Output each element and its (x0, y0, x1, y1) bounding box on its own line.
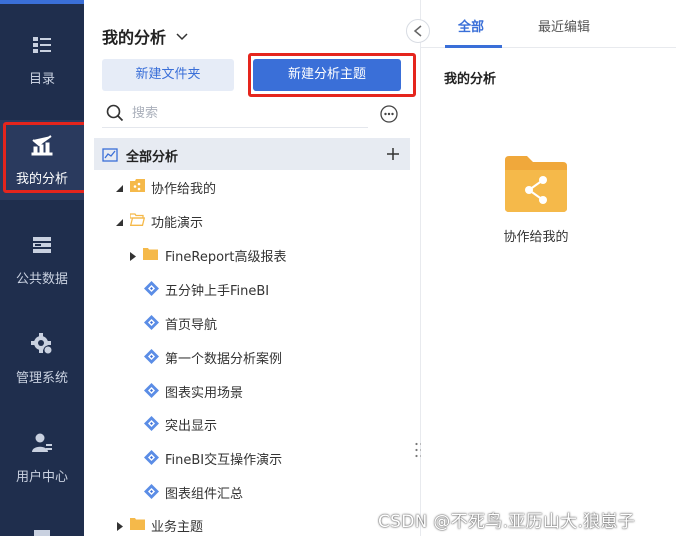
nav-item-my-analysis[interactable]: 我的分析 (0, 120, 84, 200)
analysis-chart-icon (31, 134, 53, 156)
tree-item-feature-demo[interactable]: 功能演示 (116, 209, 396, 233)
chart-monitor-icon (102, 147, 118, 166)
nav-item-label: 我的分析 (15, 172, 68, 187)
tree-root-label: 全部分析 (126, 150, 179, 165)
tree-item-theme[interactable]: 第一个数据分析案例 (144, 345, 404, 369)
folder-card-label[interactable]: 协作给我的 (481, 226, 591, 245)
active-tab-indicator (445, 45, 502, 48)
nav-item-management[interactable]: 管理系统 (0, 319, 84, 399)
expanded-arrow-icon[interactable] (116, 182, 124, 192)
analysis-theme-icon (144, 383, 159, 398)
new-analysis-theme-button[interactable]: 新建分析主题 (253, 59, 401, 91)
folder-icon (143, 247, 158, 260)
tab-all[interactable]: 全部 (458, 16, 484, 35)
nav-overflow-icon (34, 530, 50, 536)
tree-item-label: 五分钟上手FineBI (165, 284, 270, 299)
shared-folder-icon[interactable] (503, 152, 569, 214)
analysis-theme-icon (144, 484, 159, 499)
main-nav: 目录 我的分析 公共数据 管理系统 用户中心 (0, 0, 84, 536)
catalog-icon (31, 34, 53, 56)
panel-title[interactable]: 我的分析 (102, 24, 166, 48)
chevron-down-icon[interactable] (176, 28, 188, 41)
section-title: 我的分析 (444, 72, 497, 87)
tree-item-label: 图表组件汇总 (165, 487, 244, 502)
nav-item-label: 管理系统 (15, 371, 68, 386)
tree-item-label: 图表实用场景 (165, 386, 244, 401)
content-area: 全部 最近编辑 我的分析 协作给我的 (421, 0, 676, 536)
tree-item-finereport-advanced[interactable]: FineReport高级报表 (129, 243, 409, 267)
tree-root-all-analysis[interactable]: 全部分析 (94, 138, 410, 170)
tree-item-label: 突出显示 (165, 419, 218, 434)
analysis-theme-icon (144, 349, 159, 364)
tree-item-label: 协作给我的 (151, 182, 217, 197)
tree-item-business-theme[interactable]: 业务主题 (116, 513, 396, 537)
analysis-theme-icon (144, 416, 159, 431)
nav-item-user-center[interactable]: 用户中心 (0, 418, 84, 498)
chevron-left-icon (413, 25, 422, 37)
tree-item-label: FineBI交互操作演示 (165, 453, 283, 468)
search-input[interactable] (132, 102, 352, 124)
analysis-theme-icon (144, 450, 159, 465)
settings-gear-icon (31, 333, 53, 355)
tree-item-theme[interactable]: FineBI交互操作演示 (144, 446, 404, 470)
tree-item-label: 第一个数据分析案例 (165, 352, 283, 367)
analysis-tree-panel: 我的分析 新建文件夹 新建分析主题 全部分析 协作给我的 功能演示 Fi (84, 0, 420, 536)
more-options-icon[interactable] (380, 105, 398, 123)
nav-item-catalog[interactable]: 目录 (0, 20, 84, 100)
analysis-theme-icon (144, 315, 159, 330)
shared-folder-icon (130, 179, 145, 192)
tree-item-theme[interactable]: 首页导航 (144, 311, 404, 335)
tree-item-label: 功能演示 (151, 216, 204, 231)
tab-recent[interactable]: 最近编辑 (538, 16, 590, 35)
tree-item-shared-with-me[interactable]: 协作给我的 (116, 175, 396, 199)
add-icon[interactable] (386, 146, 400, 165)
nav-item-label: 目录 (28, 72, 55, 87)
content-tabs: 全部 最近编辑 (421, 0, 676, 48)
folder-icon (130, 517, 145, 530)
tree-item-label: 业务主题 (151, 520, 204, 535)
expanded-arrow-icon[interactable] (116, 216, 124, 226)
database-icon (31, 234, 53, 256)
nav-top-accent (0, 0, 84, 4)
search-bar (102, 100, 368, 128)
search-icon (106, 104, 124, 126)
tree-item-theme[interactable]: 突出显示 (144, 412, 404, 436)
analysis-theme-icon (144, 281, 159, 296)
new-folder-button[interactable]: 新建文件夹 (102, 59, 234, 91)
nav-item-label: 公共数据 (15, 272, 68, 287)
tree-item-label: 首页导航 (165, 318, 218, 333)
tree-item-label: FineReport高级报表 (165, 250, 287, 265)
collapsed-arrow-icon[interactable] (116, 520, 124, 531)
watermark: CSDN @不死鸟.亚历山大.狼崽子 (378, 512, 636, 532)
folder-open-icon (129, 213, 146, 226)
tree-item-theme[interactable]: 五分钟上手FineBI (144, 277, 404, 301)
collapse-panel-button[interactable] (406, 19, 430, 43)
user-center-icon (31, 432, 53, 454)
tree-item-theme[interactable]: 图表组件汇总 (144, 480, 404, 504)
tree-item-theme[interactable]: 图表实用场景 (144, 379, 404, 403)
nav-item-label: 用户中心 (15, 470, 68, 485)
collapsed-arrow-icon[interactable] (129, 250, 137, 261)
nav-item-public-data[interactable]: 公共数据 (0, 220, 84, 300)
